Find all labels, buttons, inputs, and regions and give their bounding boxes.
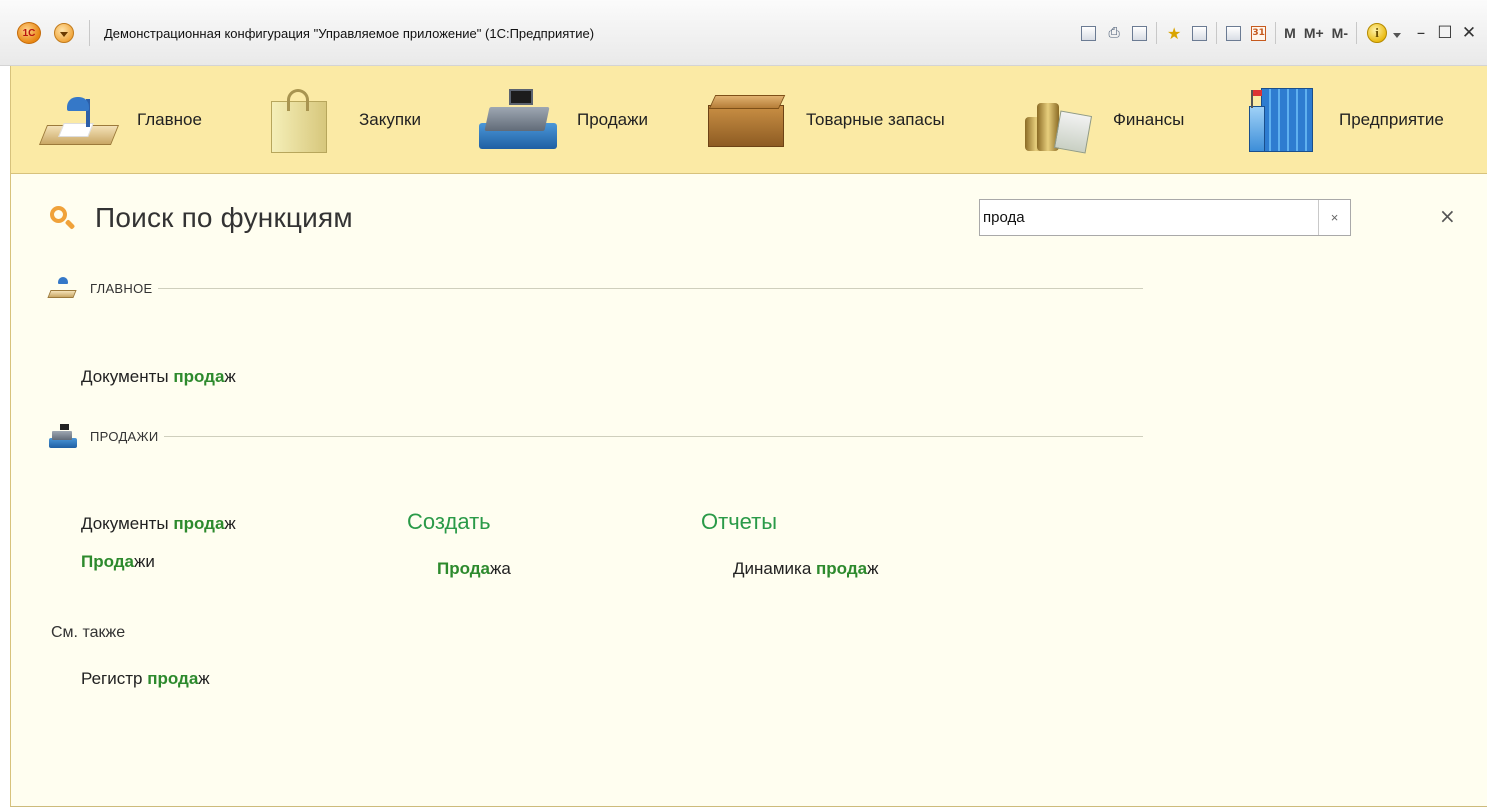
link-text: Регистр bbox=[81, 669, 148, 688]
link-text: жа bbox=[490, 559, 511, 578]
favorites-icon[interactable] bbox=[1192, 25, 1208, 41]
calendar-icon[interactable]: 31 bbox=[1251, 25, 1267, 41]
group-divider bbox=[164, 435, 1143, 437]
section-label: Продажи bbox=[577, 110, 648, 129]
window-title: Демонстрационная конфигурация "Управляем… bbox=[104, 26, 595, 41]
link-text: Документы bbox=[81, 367, 174, 386]
link-text: ж bbox=[224, 367, 236, 386]
memory-minus-button[interactable]: M- bbox=[1332, 25, 1348, 41]
toolbar-separator bbox=[1216, 22, 1218, 44]
desk-icon bbox=[38, 85, 121, 155]
section-finance[interactable]: Финансы bbox=[1021, 66, 1184, 174]
coins-icon bbox=[1021, 87, 1093, 154]
group-name: Главное bbox=[90, 280, 153, 296]
building-icon bbox=[1247, 84, 1317, 156]
link-text: ж bbox=[224, 514, 236, 533]
title-toolbar: ⎙ ★ 31 M M+ M- i – ☐ ✕ bbox=[1076, 19, 1481, 47]
link-match: прода bbox=[173, 514, 225, 533]
result-link-sales-documents-main[interactable]: Документы продаж bbox=[81, 367, 236, 387]
search-icon bbox=[49, 205, 76, 231]
calculator-icon[interactable] bbox=[1226, 25, 1242, 41]
app-logo-icon[interactable]: 1С bbox=[17, 22, 41, 44]
section-label: Предприятие bbox=[1339, 110, 1444, 129]
see-also-label: См. также bbox=[51, 624, 126, 641]
reports-header[interactable]: Отчеты bbox=[701, 509, 777, 535]
save-icon[interactable] bbox=[1081, 25, 1097, 41]
link-text: жи bbox=[134, 552, 155, 571]
link-match: Прода bbox=[81, 552, 135, 571]
cash-register-icon bbox=[48, 422, 78, 450]
result-link-sales[interactable]: Продажи bbox=[81, 552, 155, 572]
main-menu-button[interactable] bbox=[54, 23, 74, 43]
section-sales[interactable]: Продажи bbox=[479, 66, 648, 174]
link-match: Прода bbox=[437, 559, 491, 578]
link-text: ж bbox=[867, 559, 879, 578]
info-dropdown-icon[interactable] bbox=[1393, 32, 1401, 38]
link-match: прода bbox=[147, 669, 199, 688]
box-icon bbox=[708, 89, 786, 151]
print-icon[interactable]: ⎙ bbox=[1103, 22, 1125, 44]
maximize-button[interactable]: ☐ bbox=[1433, 23, 1457, 43]
result-link-sales-register[interactable]: Регистр продаж bbox=[81, 669, 210, 689]
section-label: Главное bbox=[137, 110, 202, 129]
section-inventory[interactable]: Товарные запасы bbox=[708, 66, 945, 174]
link-text: Документы bbox=[81, 514, 174, 533]
preview-icon[interactable] bbox=[1132, 25, 1148, 41]
search-header: Поиск по функциям bbox=[49, 202, 353, 234]
desk-icon bbox=[47, 274, 78, 302]
group-header-main: Главное bbox=[47, 274, 1143, 302]
function-search-panel: Поиск по функциям × × Главное Документы … bbox=[10, 174, 1487, 807]
group-header-sales: Продажи bbox=[48, 422, 1143, 450]
link-text: ж bbox=[198, 669, 210, 688]
title-separator bbox=[89, 20, 90, 46]
shopping-bag-icon bbox=[271, 87, 329, 153]
info-icon[interactable]: i bbox=[1367, 23, 1387, 43]
toolbar-separator bbox=[1356, 22, 1357, 44]
create-header[interactable]: Создать bbox=[407, 509, 491, 535]
result-link-sales-documents[interactable]: Документы продаж bbox=[81, 514, 236, 534]
cash-register-icon bbox=[479, 85, 559, 155]
memory-button[interactable]: M bbox=[1284, 25, 1296, 41]
group-name: Продажи bbox=[90, 428, 159, 444]
section-label: Закупки bbox=[359, 110, 421, 129]
toolbar-separator bbox=[1275, 22, 1277, 44]
memory-plus-button[interactable]: M+ bbox=[1304, 25, 1324, 41]
sections-panel: Главное Закупки Продажи Товарные запасы … bbox=[10, 66, 1487, 174]
close-window-button[interactable]: ✕ bbox=[1457, 23, 1481, 43]
group-divider bbox=[158, 287, 1143, 289]
search-field: × bbox=[979, 199, 1351, 236]
search-input[interactable] bbox=[980, 200, 1318, 235]
link-text: Динамика bbox=[733, 559, 817, 578]
section-main[interactable]: Главное bbox=[38, 66, 202, 174]
section-label: Товарные запасы bbox=[806, 110, 945, 129]
section-label: Финансы bbox=[1113, 110, 1185, 129]
result-link-create-sale[interactable]: Продажа bbox=[437, 559, 511, 579]
page-title: Поиск по функциям bbox=[95, 202, 353, 233]
section-purchases[interactable]: Закупки bbox=[271, 66, 421, 174]
close-panel-button[interactable]: × bbox=[1439, 204, 1456, 228]
result-link-sales-dynamics[interactable]: Динамика продаж bbox=[733, 559, 878, 579]
section-enterprise[interactable]: Предприятие bbox=[1247, 66, 1444, 174]
minimize-button[interactable]: – bbox=[1409, 23, 1433, 43]
link-match: прода bbox=[816, 559, 868, 578]
window-title-bar: 1С Демонстрационная конфигурация "Управл… bbox=[0, 0, 1487, 66]
favorites-add-icon[interactable]: ★ bbox=[1163, 22, 1185, 44]
link-match: прода bbox=[173, 367, 225, 386]
clear-search-button[interactable]: × bbox=[1318, 200, 1350, 235]
toolbar-separator bbox=[1156, 22, 1158, 44]
